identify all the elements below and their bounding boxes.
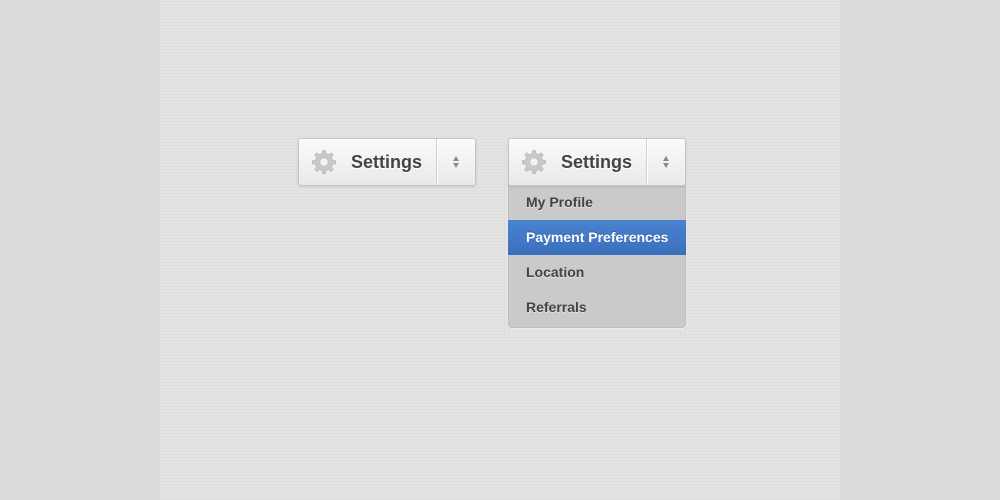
menu-item-my-profile[interactable]: My Profile (509, 185, 685, 220)
up-down-arrows-icon (663, 156, 669, 168)
dropdown-toggle[interactable] (436, 139, 475, 185)
settings-dropdown-button[interactable]: Settings (298, 138, 476, 186)
settings-label: Settings (561, 151, 633, 172)
gear-icon (522, 150, 546, 174)
settings-button-main[interactable]: Settings (509, 139, 646, 185)
settings-dropdown-button[interactable]: Settings (508, 138, 686, 186)
settings-label: Settings (351, 151, 423, 172)
gear-icon (312, 150, 336, 174)
settings-dropdown-closed: Settings (298, 138, 476, 186)
menu-item-location[interactable]: Location (509, 255, 685, 290)
up-down-arrows-icon (453, 156, 459, 168)
dropdown-toggle[interactable] (646, 139, 685, 185)
settings-dropdown-open: Settings My Profile Payment Preferences … (508, 138, 686, 328)
background-panel (160, 0, 840, 500)
menu-item-payment-preferences[interactable]: Payment Preferences (508, 220, 686, 255)
menu-item-referrals[interactable]: Referrals (509, 290, 685, 325)
settings-button-main[interactable]: Settings (299, 139, 436, 185)
dropdown-menu: My Profile Payment Preferences Location … (508, 185, 686, 328)
